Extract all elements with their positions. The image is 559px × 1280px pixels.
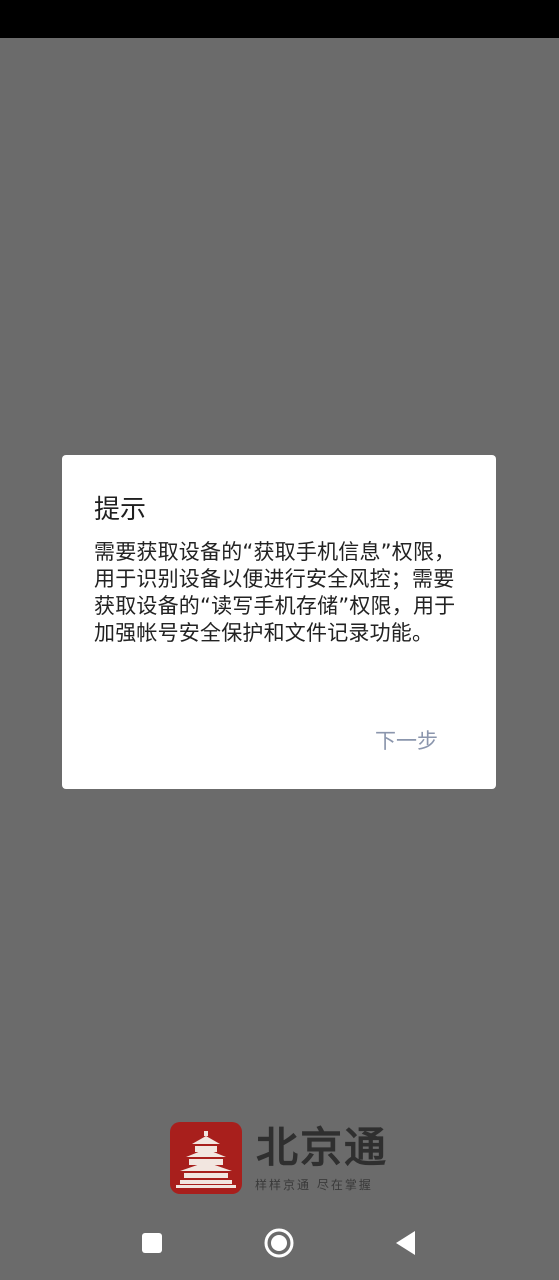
back-triangle-icon (396, 1231, 415, 1255)
back-button[interactable] (389, 1226, 423, 1260)
screen: 提示 需要获取设备的“获取手机信息”权限，用于识别设备以便进行安全风控；需要获取… (0, 0, 559, 1280)
brand-slogan: 样样京通 尽在掌握 (255, 1178, 373, 1192)
recents-button[interactable] (135, 1226, 169, 1260)
brand-footer: 北京通 样样京通 尽在掌握 (170, 1122, 400, 1196)
navigation-bar (0, 1206, 559, 1280)
brand-name: 北京通 (256, 1123, 389, 1172)
next-step-button[interactable]: 下一步 (375, 723, 438, 757)
status-bar (0, 0, 559, 38)
dialog-title: 提示 (94, 495, 147, 525)
permission-dialog: 提示 需要获取设备的“获取手机信息”权限，用于识别设备以便进行安全风控；需要获取… (62, 455, 496, 789)
dialog-message: 需要获取设备的“获取手机信息”权限，用于识别设备以便进行安全风控；需要获取设备的… (94, 540, 456, 645)
temple-of-heaven-icon (170, 1122, 242, 1194)
square-icon (142, 1233, 162, 1253)
home-button[interactable] (262, 1226, 296, 1260)
circle-icon (264, 1228, 294, 1258)
